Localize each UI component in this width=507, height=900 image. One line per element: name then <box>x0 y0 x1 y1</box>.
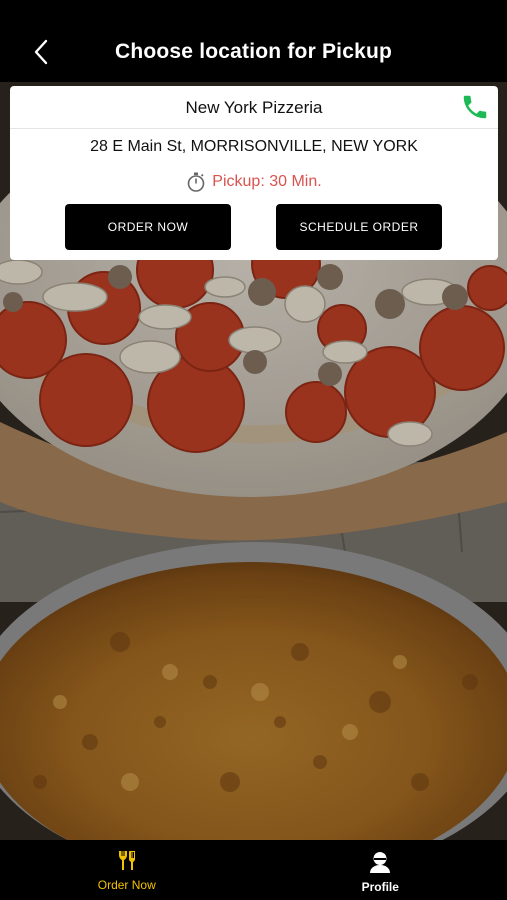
page-title: Choose location for Pickup <box>114 40 393 63</box>
pickup-label: Pickup: 30 Min. <box>212 173 322 190</box>
location-card: New York Pizzeria 28 E Main St, MORRISON… <box>10 86 498 260</box>
schedule-order-button[interactable]: SCHEDULE ORDER <box>276 204 442 250</box>
tab-label: Order Now <box>97 878 156 892</box>
tab-label: Profile <box>361 880 399 894</box>
pickup-time: Pickup: 30 Min. <box>10 170 498 194</box>
tab-order-now[interactable]: Order Now <box>0 840 254 900</box>
header-bar: Choose location for Pickup <box>0 0 507 82</box>
profile-icon <box>370 852 391 873</box>
stopwatch-icon <box>187 172 205 192</box>
tab-profile[interactable]: Profile <box>254 840 507 900</box>
location-address: 28 E Main St, MORRISONVILLE, NEW YORK <box>90 138 418 155</box>
utensils-icon <box>118 851 135 870</box>
bottom-tab-bar: Order Now Profile <box>0 840 507 900</box>
card-divider <box>10 128 498 129</box>
call-button[interactable] <box>460 92 490 122</box>
location-name: New York Pizzeria <box>185 98 323 117</box>
order-now-button[interactable]: ORDER NOW <box>65 204 231 250</box>
phone-icon <box>463 95 487 119</box>
